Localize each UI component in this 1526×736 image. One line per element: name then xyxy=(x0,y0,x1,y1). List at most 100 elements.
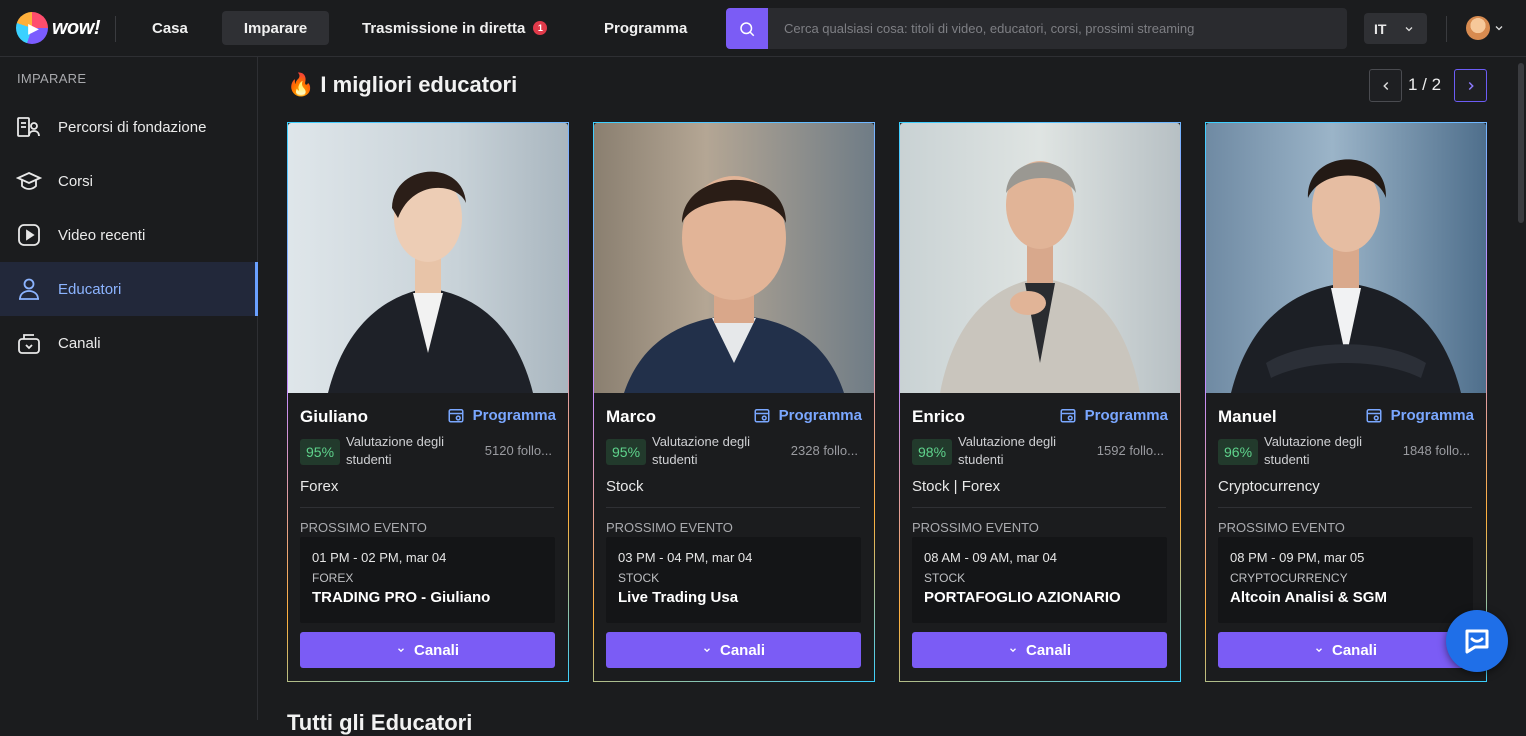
nav-label: Trasmissione in diretta xyxy=(362,19,526,37)
educator-card[interactable]: Manuel Programma 96% Valutazione degli s… xyxy=(1205,122,1487,682)
pager-next-button[interactable] xyxy=(1454,69,1487,102)
search-input[interactable] xyxy=(768,8,1347,49)
sidebar-item-video-recenti[interactable]: Video recenti xyxy=(0,208,258,262)
educator-name: Enrico xyxy=(912,407,965,426)
channels-button[interactable]: Canali xyxy=(300,632,555,668)
channels-button[interactable]: Canali xyxy=(912,632,1167,668)
event-time: 01 PM - 02 PM, mar 04 xyxy=(312,550,447,565)
educator-card[interactable]: Marco Programma 95% Valutazione degli st… xyxy=(593,122,875,682)
channels-button[interactable]: Canali xyxy=(1218,632,1473,668)
divider xyxy=(1218,507,1472,508)
educator-name: Manuel xyxy=(1218,407,1277,426)
divider xyxy=(300,507,554,508)
sidebar-item-educatori[interactable]: Educatori xyxy=(0,262,258,316)
foundation-paths-icon xyxy=(16,114,42,140)
chevron-down-icon[interactable] xyxy=(1493,22,1505,34)
event-category: STOCK xyxy=(618,571,660,585)
nav-live-streaming[interactable]: Trasmissione in diretta 1 xyxy=(342,11,567,45)
chat-bubble-icon xyxy=(1465,629,1489,654)
rating-label: Valutazione degli studenti xyxy=(652,434,751,467)
scrollbar-thumb[interactable] xyxy=(1518,63,1524,223)
rating-label: Valutazione degli studenti xyxy=(1264,434,1363,467)
pager-prev-button[interactable] xyxy=(1369,69,1402,102)
graduation-cap-icon xyxy=(16,168,42,194)
channels-button[interactable]: Canali xyxy=(606,632,861,668)
section-title-text: I migliori educatori xyxy=(320,72,518,97)
next-event-box[interactable]: 01 PM - 02 PM, mar 04 FOREX TRADING PRO … xyxy=(300,537,555,623)
channels-button-label: Canali xyxy=(1025,641,1071,659)
educator-category: Stock xyxy=(606,478,644,495)
brand-logo[interactable]: ▶ wow! xyxy=(16,12,101,44)
search-button[interactable] xyxy=(726,8,768,49)
sidebar-item-corsi[interactable]: Corsi xyxy=(0,154,258,208)
educator-card[interactable]: Enrico Programma 98% Valutazione degli s… xyxy=(899,122,1181,682)
educator-icon xyxy=(16,276,42,302)
sidebar-item-label: Corsi xyxy=(58,172,94,190)
all-educators-title: Tutti gli Educatori xyxy=(287,710,473,735)
chevron-left-icon xyxy=(1382,81,1388,90)
next-event-box[interactable]: 08 AM - 09 AM, mar 04 STOCK PORTAFOGLIO … xyxy=(912,537,1167,623)
educator-photo xyxy=(288,123,568,393)
followers-count: 1592 follo... xyxy=(1096,443,1164,458)
nav-casa[interactable]: Casa xyxy=(132,11,208,45)
divider xyxy=(1446,16,1447,42)
play-video-icon xyxy=(16,222,42,248)
educator-category: Stock | Forex xyxy=(912,478,1001,495)
sidebar-item-label: Percorsi di fondazione xyxy=(58,118,207,136)
schedule-link[interactable]: Programma xyxy=(1365,406,1474,424)
educator-card[interactable]: Giuliano Programma 95% Valutazione degli… xyxy=(287,122,569,682)
event-title: PORTAFOGLIO AZIONARIO xyxy=(924,589,1121,606)
user-avatar[interactable] xyxy=(1466,16,1490,40)
next-event-label: PROSSIMO EVENTO xyxy=(606,520,733,535)
schedule-label: Programma xyxy=(472,406,556,424)
event-title: Live Trading Usa xyxy=(618,589,739,606)
search-icon xyxy=(740,21,755,36)
fire-icon: 🔥 xyxy=(287,72,315,97)
schedule-label: Programma xyxy=(1084,406,1168,424)
section-title: 🔥 I migliori educatori xyxy=(287,72,517,98)
language-value: IT xyxy=(1374,20,1387,37)
schedule-label: Programma xyxy=(778,406,862,424)
rating-badge: 96% xyxy=(1218,439,1259,465)
rating-badge: 98% xyxy=(912,439,953,465)
chevron-down-icon xyxy=(1316,648,1322,653)
chevron-down-icon xyxy=(398,648,404,653)
page-scrollbar[interactable] xyxy=(1516,57,1526,720)
schedule-link[interactable]: Programma xyxy=(753,406,862,424)
chat-button[interactable] xyxy=(1446,610,1508,672)
event-time: 08 PM - 09 PM, mar 05 xyxy=(1230,550,1365,565)
educator-photo xyxy=(1206,123,1486,393)
next-event-box[interactable]: 03 PM - 04 PM, mar 04 STOCK Live Trading… xyxy=(606,537,861,623)
divider xyxy=(606,507,860,508)
next-event-label: PROSSIMO EVENTO xyxy=(1218,520,1345,535)
language-select[interactable]: IT xyxy=(1364,13,1427,44)
rating-label: Valutazione degli studenti xyxy=(958,434,1057,467)
schedule-link[interactable]: Programma xyxy=(1059,406,1168,424)
sidebar-heading: IMPARARE xyxy=(17,71,87,86)
schedule-link[interactable]: Programma xyxy=(447,406,556,424)
event-title: TRADING PRO - Giuliano xyxy=(312,589,491,606)
educator-name: Giuliano xyxy=(300,407,368,426)
event-title: Altcoin Analisi & SGM xyxy=(1230,589,1387,606)
live-count-badge: 1 xyxy=(533,21,548,35)
nav-imparare[interactable]: Imparare xyxy=(222,11,329,45)
followers-count: 2328 follo... xyxy=(790,443,858,458)
sidebar-item-percorsi[interactable]: Percorsi di fondazione xyxy=(0,100,258,154)
next-event-box[interactable]: 08 PM - 09 PM, mar 05 CRYPTOCURRENCY Alt… xyxy=(1218,537,1473,623)
calendar-icon xyxy=(754,409,770,423)
sidebar-item-label: Educatori xyxy=(58,280,122,298)
pager-indicator: 1 / 2 xyxy=(1408,75,1442,94)
event-category: STOCK xyxy=(924,571,966,585)
nav-label: Imparare xyxy=(243,19,308,37)
nav-label: Programma xyxy=(604,19,688,37)
event-time: 08 AM - 09 AM, mar 04 xyxy=(924,550,1057,565)
nav-programma[interactable]: Programma xyxy=(584,11,707,45)
sidebar-item-canali[interactable]: Canali xyxy=(0,316,258,370)
chevron-right-icon xyxy=(1468,81,1474,90)
educator-photo xyxy=(594,123,874,393)
chevron-down-icon xyxy=(1405,26,1413,31)
divider xyxy=(912,507,1166,508)
sidebar-item-label: Video recenti xyxy=(58,226,146,244)
chevron-down-icon xyxy=(1010,648,1016,653)
rating-label: Valutazione degli studenti xyxy=(346,434,445,467)
